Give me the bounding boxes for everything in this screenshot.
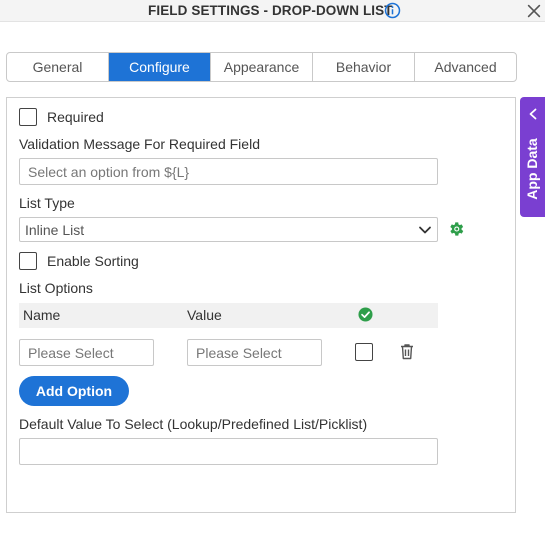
enable-sorting-label: Enable Sorting [47,253,139,269]
option-default-checkbox[interactable] [355,343,373,361]
required-checkbox[interactable] [19,108,37,126]
tab-configure[interactable]: Configure [109,53,211,81]
list-type-label: List Type [19,195,75,211]
check-circle-icon [358,307,373,322]
tab-bar: General Configure Appearance Behavior Ad… [6,52,517,82]
validation-message-input[interactable]: Select an option from ${L} [19,158,438,185]
validation-message-placeholder: Select an option from ${L} [28,163,190,180]
add-option-button[interactable]: Add Option [19,376,129,406]
enable-sorting-checkbox[interactable] [19,252,37,270]
gear-icon[interactable] [447,220,465,238]
option-name-placeholder: Please Select [28,344,114,361]
tab-appearance[interactable]: Appearance [211,53,313,81]
app-data-label: App Data [524,138,540,200]
chevron-down-icon [419,226,431,234]
list-options-label: List Options [19,280,93,296]
dialog-header: FIELD SETTINGS - DROP-DOWN LIST [0,0,545,22]
column-name: Name [23,307,61,323]
tab-advanced[interactable]: Advanced [415,53,516,81]
default-value-label: Default Value To Select (Lookup/Predefin… [19,416,368,432]
dialog-title: FIELD SETTINGS - DROP-DOWN LIST [148,3,393,18]
tab-general[interactable]: General [7,53,109,81]
tab-behavior[interactable]: Behavior [313,53,415,81]
option-value-input[interactable]: Please Select [187,339,322,366]
list-options-header: Name Value [19,303,438,328]
option-value-placeholder: Please Select [196,344,282,361]
default-value-input[interactable] [19,438,438,465]
required-label: Required [47,109,104,125]
option-name-input[interactable]: Please Select [19,339,154,366]
column-value: Value [187,307,222,323]
app-data-panel-tab[interactable]: App Data [520,97,545,217]
validation-message-label: Validation Message For Required Field [19,136,260,152]
info-icon[interactable] [384,2,401,19]
trash-icon[interactable] [399,343,415,360]
list-type-select[interactable]: Inline List [19,217,438,242]
list-type-value: Inline List [25,221,85,238]
chevron-left-icon [529,108,537,120]
close-icon[interactable] [525,2,543,20]
